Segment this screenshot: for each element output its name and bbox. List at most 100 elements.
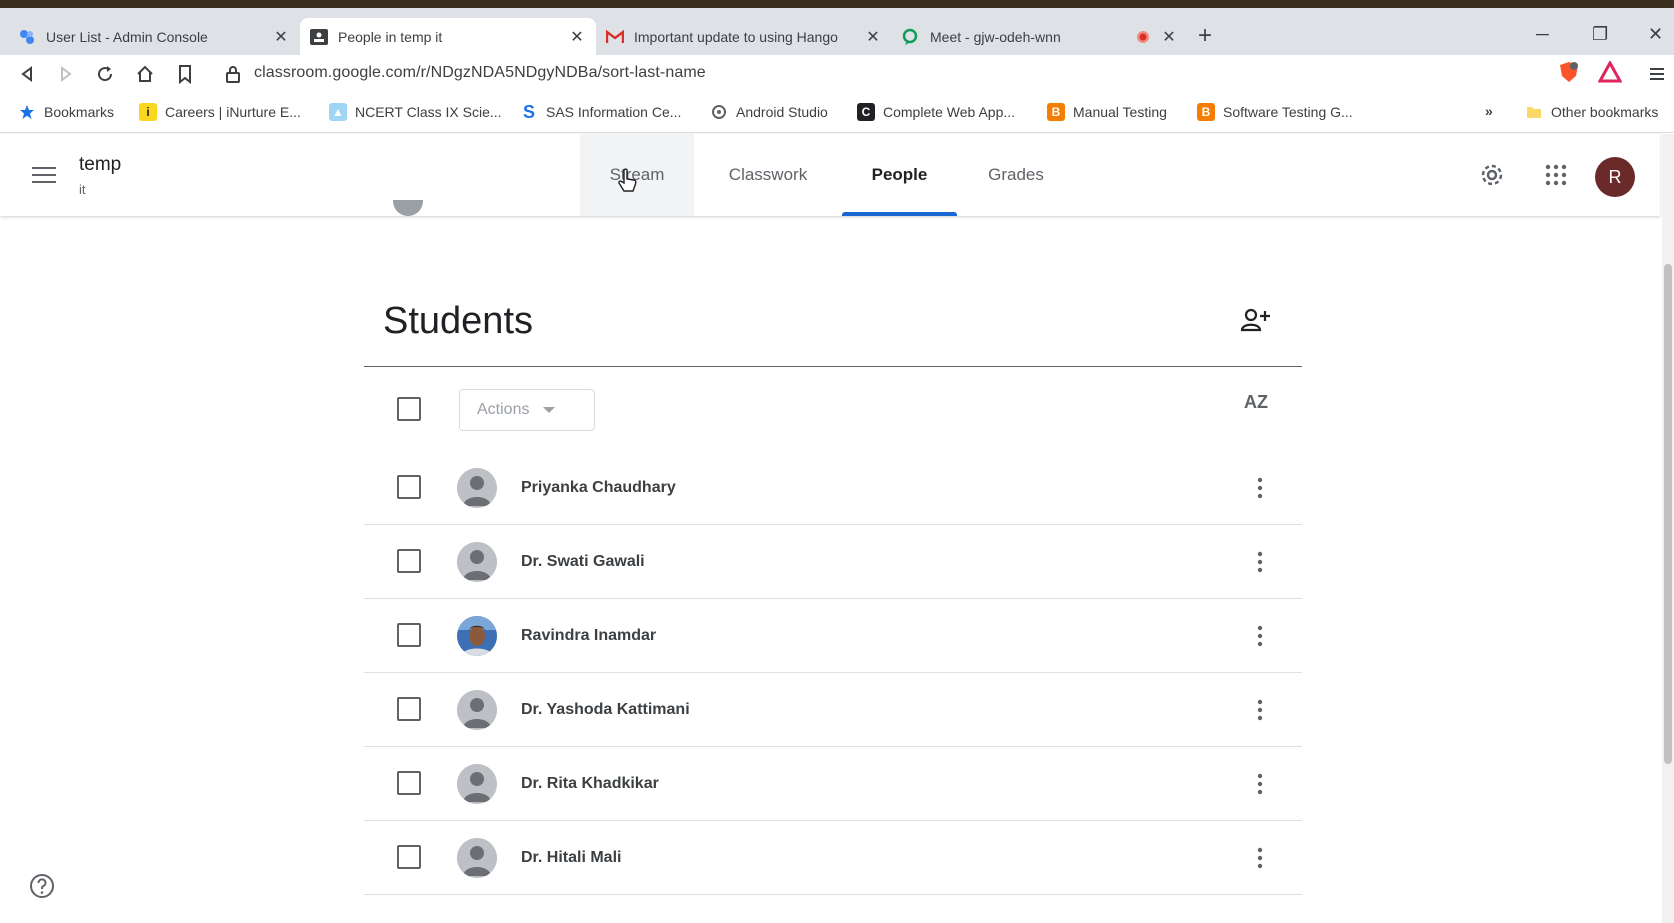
blogger-icon: B — [1047, 103, 1065, 121]
bookmark-item[interactable]: ▲ NCERT Class IX Scie... — [329, 103, 502, 121]
students-heading: Students — [383, 300, 533, 342]
browser-tab-admin-console[interactable]: User List - Admin Console ✕ — [8, 18, 300, 55]
class-section: it — [79, 182, 86, 197]
student-row[interactable]: Ravindra Inamdar — [364, 599, 1302, 673]
scrollbar-thumb[interactable] — [1664, 264, 1672, 764]
bookmarks-overflow[interactable]: » — [1485, 103, 1493, 119]
folder-icon — [1525, 103, 1543, 121]
back-icon[interactable] — [16, 63, 38, 85]
minimize-icon[interactable]: ─ — [1536, 24, 1549, 45]
bookmark-page-icon[interactable] — [174, 63, 196, 85]
actions-dropdown[interactable]: Actions — [459, 389, 595, 431]
tab-people[interactable]: People — [842, 134, 957, 216]
student-checkbox[interactable] — [397, 771, 421, 795]
home-icon[interactable] — [134, 63, 156, 85]
browser-tab-people[interactable]: People in temp it ✕ — [300, 18, 596, 55]
student-name[interactable]: Dr. Rita Khadkikar — [521, 775, 659, 793]
tab-title: Meet - gjw-odeh-wnn — [930, 28, 1061, 45]
settings-gear-icon[interactable] — [1476, 159, 1508, 191]
android-studio-icon — [710, 103, 728, 121]
more-options-icon[interactable] — [1248, 623, 1272, 649]
student-name[interactable]: Dr. Yashoda Kattimani — [521, 701, 690, 719]
tab-grades[interactable]: Grades — [975, 134, 1057, 216]
student-row[interactable]: Priyanka Chaudhary — [364, 451, 1302, 525]
close-tab-icon[interactable]: ✕ — [1160, 27, 1178, 47]
select-all-checkbox[interactable] — [397, 397, 421, 421]
web-app-icon: C — [857, 103, 875, 121]
bookmark-item[interactable]: B Manual Testing — [1047, 103, 1167, 121]
address-bar[interactable]: classroom.google.com/r/NDgzNDA5NDgyNDBa/… — [254, 64, 706, 82]
student-row[interactable]: Dr. Yashoda Kattimani — [364, 673, 1302, 747]
new-tab-icon[interactable]: + — [1198, 24, 1212, 48]
inurture-icon: i — [139, 103, 157, 121]
student-checkbox[interactable] — [397, 697, 421, 721]
close-tab-icon[interactable]: ✕ — [568, 27, 586, 47]
close-tab-icon[interactable]: ✕ — [864, 27, 882, 47]
browser-tab-strip: User List - Admin Console ✕ People in te… — [0, 8, 1674, 55]
bookmark-item[interactable]: B Software Testing G... — [1197, 103, 1353, 121]
student-row[interactable]: Dr. Swati Gawali — [364, 525, 1302, 599]
ncert-icon: ▲ — [329, 103, 347, 121]
bookmark-item[interactable]: Android Studio — [710, 103, 828, 121]
section-divider — [364, 366, 1302, 367]
class-name[interactable]: temp — [79, 154, 121, 176]
bookmark-item[interactable]: i Careers | iNurture E... — [139, 103, 301, 121]
more-options-icon[interactable] — [1248, 845, 1272, 871]
invite-students-icon[interactable] — [1240, 308, 1271, 337]
student-checkbox[interactable] — [397, 845, 421, 869]
reload-icon[interactable] — [94, 63, 116, 85]
tab-classwork[interactable]: Classwork — [712, 134, 824, 216]
gmail-icon — [606, 28, 624, 46]
browser-toolbar: classroom.google.com/r/NDgzNDA5NDgyNDBa/… — [0, 55, 1674, 93]
tab-title: People in temp it — [338, 28, 443, 45]
brave-shield-icon[interactable] — [1556, 61, 1582, 83]
apps-grid-icon[interactable] — [1540, 159, 1572, 191]
more-options-icon[interactable] — [1248, 549, 1272, 575]
page-scrollbar[interactable] — [1662, 134, 1674, 923]
other-bookmarks[interactable]: Other bookmarks — [1525, 103, 1658, 121]
help-icon[interactable] — [28, 872, 56, 905]
bookmark-item[interactable]: C Complete Web App... — [857, 103, 1015, 121]
more-options-icon[interactable] — [1248, 697, 1272, 723]
classroom-icon — [310, 28, 328, 46]
more-options-icon[interactable] — [1248, 771, 1272, 797]
more-options-icon[interactable] — [1248, 475, 1272, 501]
bookmark-item[interactable]: S SAS Information Ce... — [520, 102, 681, 122]
meet-icon — [902, 28, 920, 46]
student-row[interactable]: Dr. Hitali Mali — [364, 821, 1302, 895]
browser-tab-meet[interactable]: Meet - gjw-odeh-wnn ✕ — [892, 18, 1188, 55]
student-name[interactable]: Dr. Swati Gawali — [521, 553, 645, 571]
star-icon — [18, 103, 36, 121]
forward-icon[interactable] — [55, 63, 77, 85]
admin-console-icon — [18, 28, 36, 46]
account-avatar[interactable]: R — [1595, 157, 1635, 197]
restore-icon[interactable]: ❐ — [1592, 24, 1608, 45]
lock-icon[interactable] — [226, 65, 240, 88]
sort-az-icon[interactable]: AZ — [1244, 392, 1268, 413]
bookmark-item[interactable]: Bookmarks — [18, 103, 114, 121]
brave-rewards-icon[interactable] — [1597, 61, 1623, 83]
student-name[interactable]: Dr. Hitali Mali — [521, 849, 621, 867]
bookmarks-bar: Bookmarks i Careers | iNurture E... ▲ NC… — [0, 93, 1674, 133]
student-avatar — [457, 542, 497, 582]
main-menu-icon[interactable] — [32, 165, 56, 190]
close-window-icon[interactable]: ✕ — [1648, 24, 1663, 45]
student-avatar — [457, 764, 497, 804]
student-checkbox[interactable] — [397, 549, 421, 573]
browser-menu-icon[interactable] — [1646, 63, 1668, 85]
student-name[interactable]: Priyanka Chaudhary — [521, 479, 676, 497]
tab-title: Important update to using Hango — [634, 28, 838, 45]
student-name[interactable]: Ravindra Inamdar — [521, 627, 656, 645]
student-avatar — [457, 838, 497, 878]
student-checkbox[interactable] — [397, 475, 421, 499]
student-checkbox[interactable] — [397, 623, 421, 647]
close-tab-icon[interactable]: ✕ — [272, 27, 290, 47]
tab-title: User List - Admin Console — [46, 28, 208, 45]
student-avatar — [457, 690, 497, 730]
mouse-cursor-icon — [617, 168, 639, 199]
browser-tab-gmail[interactable]: Important update to using Hango ✕ — [596, 18, 892, 55]
student-row[interactable]: Dr. Rita Khadkikar — [364, 747, 1302, 821]
student-avatar — [457, 468, 497, 508]
classroom-header: temp it Stream Classwork People Grades — [0, 134, 1660, 216]
student-avatar — [457, 616, 497, 656]
